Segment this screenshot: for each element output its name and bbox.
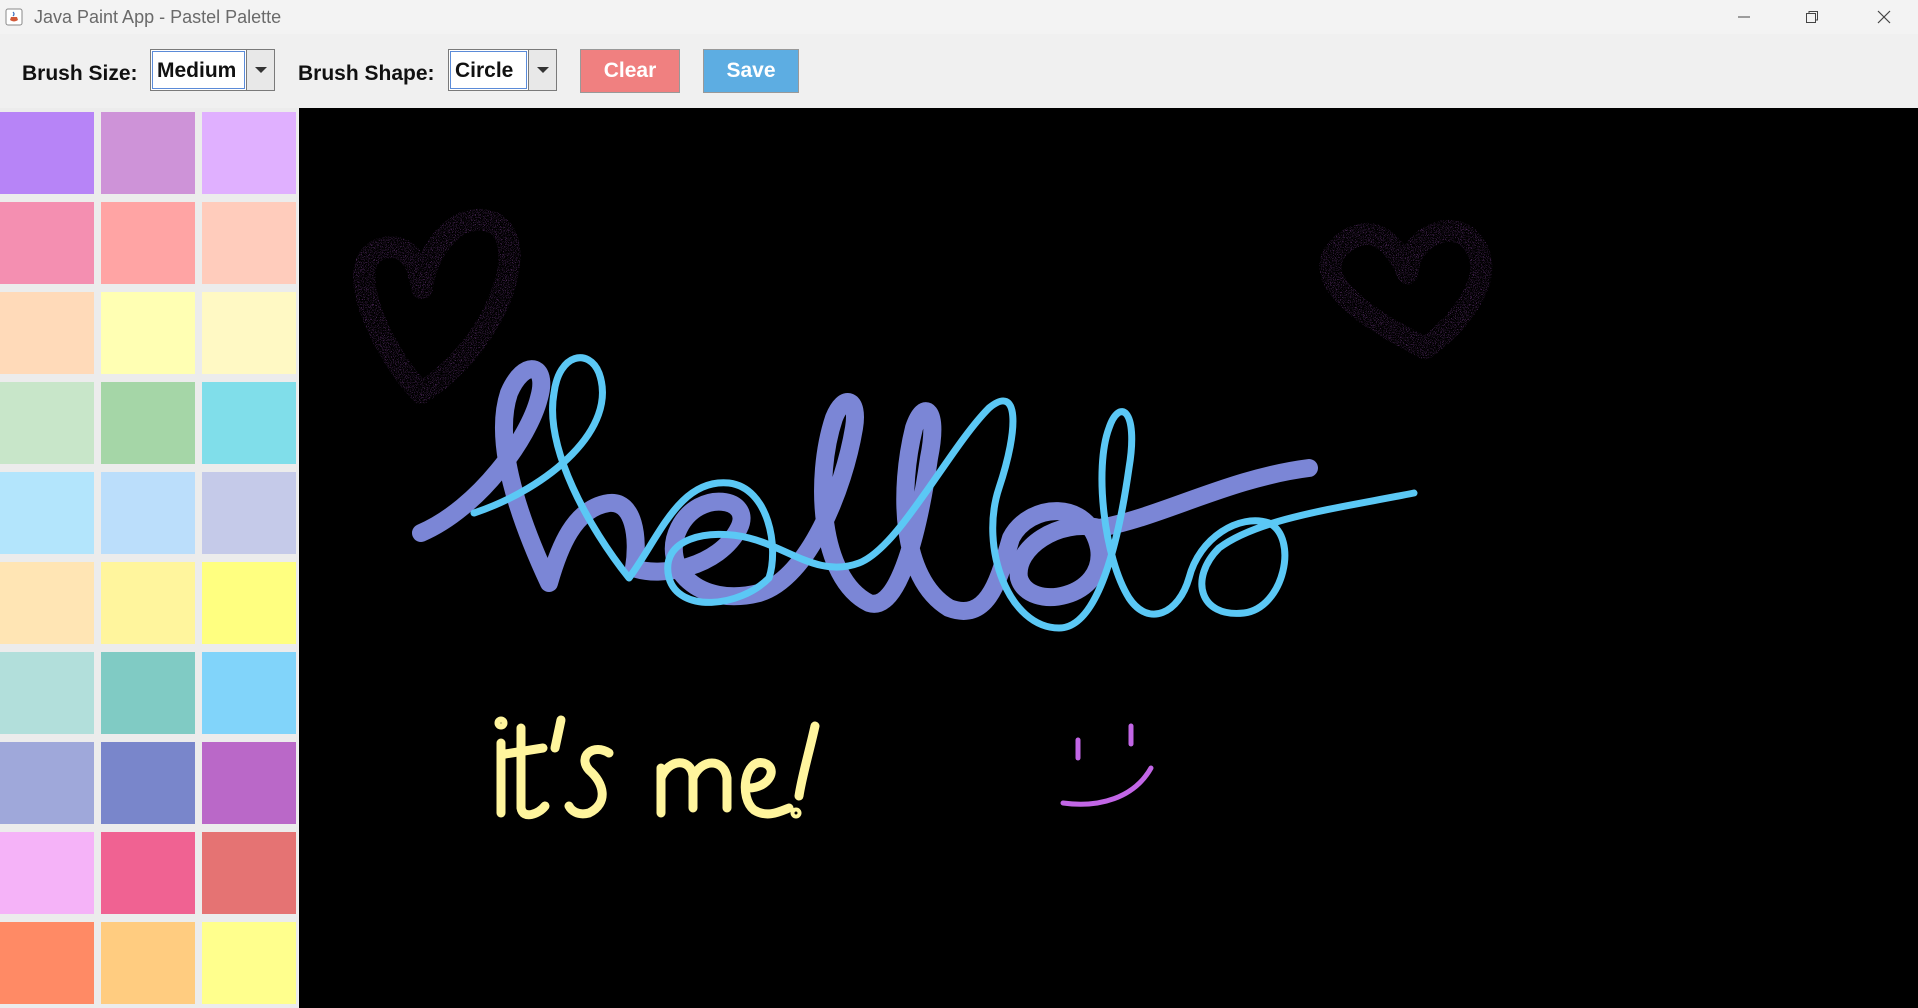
- color-swatch[interactable]: [202, 832, 296, 914]
- heart-doodle-right: [1319, 219, 1493, 360]
- color-swatch[interactable]: [202, 562, 296, 644]
- color-swatch[interactable]: [101, 652, 195, 734]
- save-button[interactable]: Save: [703, 49, 799, 93]
- color-swatch[interactable]: [0, 292, 94, 374]
- title-bar: Java Paint App - Pastel Palette: [0, 0, 1918, 34]
- heart-doodle-left: [353, 208, 521, 404]
- hello-stroke-light: [470, 354, 1418, 632]
- java-cup-icon: [4, 7, 24, 27]
- color-swatch[interactable]: [202, 472, 296, 554]
- color-swatch[interactable]: [202, 742, 296, 824]
- minimize-icon: [1738, 16, 1750, 18]
- color-swatch[interactable]: [101, 922, 195, 1004]
- color-swatch[interactable]: [0, 202, 94, 284]
- color-swatch[interactable]: [202, 202, 296, 284]
- paint-app-window: Java Paint App - Pastel Palette Brush Si…: [0, 0, 1918, 1008]
- color-swatch[interactable]: [202, 652, 296, 734]
- toolbar: Brush Size: Medium Brush Shape: Circle C…: [0, 34, 1918, 108]
- color-swatch[interactable]: [202, 922, 296, 1004]
- brush-size-label: Brush Size:: [22, 62, 138, 85]
- color-swatch[interactable]: [0, 742, 94, 824]
- color-swatch[interactable]: [0, 922, 94, 1004]
- color-swatch[interactable]: [101, 382, 195, 464]
- color-swatch[interactable]: [0, 472, 94, 554]
- dropdown-arrow-button[interactable]: [528, 50, 556, 90]
- color-swatch[interactable]: [202, 382, 296, 464]
- brush-size-value: Medium: [152, 51, 245, 89]
- color-swatch[interactable]: [101, 292, 195, 374]
- brush-shape-dropdown[interactable]: Circle: [448, 49, 557, 91]
- color-palette: [0, 108, 298, 1008]
- smiley-doodle: [1060, 723, 1154, 807]
- color-swatch[interactable]: [101, 832, 195, 914]
- color-swatch[interactable]: [0, 112, 94, 194]
- color-swatch[interactable]: [0, 832, 94, 914]
- close-icon: [1877, 10, 1891, 24]
- color-swatch[interactable]: [101, 562, 195, 644]
- color-swatch[interactable]: [0, 652, 94, 734]
- chevron-down-icon: [536, 67, 549, 73]
- restore-icon: [1806, 11, 1818, 23]
- color-swatch[interactable]: [202, 292, 296, 374]
- color-swatch[interactable]: [0, 562, 94, 644]
- color-swatch[interactable]: [0, 382, 94, 464]
- color-swatch[interactable]: [101, 472, 195, 554]
- brush-size-dropdown[interactable]: Medium: [150, 49, 275, 91]
- restore-button[interactable]: [1778, 0, 1846, 34]
- its-me-text-doodle: [494, 715, 820, 820]
- dropdown-arrow-button[interactable]: [246, 50, 274, 90]
- clear-button[interactable]: Clear: [580, 49, 680, 93]
- close-button[interactable]: [1850, 0, 1918, 34]
- color-swatch[interactable]: [101, 202, 195, 284]
- brush-shape-value: Circle: [450, 51, 527, 89]
- canvas-drawing: [353, 208, 1493, 820]
- window-title: Java Paint App - Pastel Palette: [34, 6, 282, 27]
- brush-shape-label: Brush Shape:: [298, 62, 435, 85]
- minimize-button[interactable]: [1710, 0, 1778, 34]
- drawing-canvas[interactable]: [299, 108, 1918, 1008]
- color-swatch[interactable]: [202, 112, 296, 194]
- color-swatch[interactable]: [101, 112, 195, 194]
- chevron-down-icon: [254, 67, 267, 73]
- color-swatch[interactable]: [101, 742, 195, 824]
